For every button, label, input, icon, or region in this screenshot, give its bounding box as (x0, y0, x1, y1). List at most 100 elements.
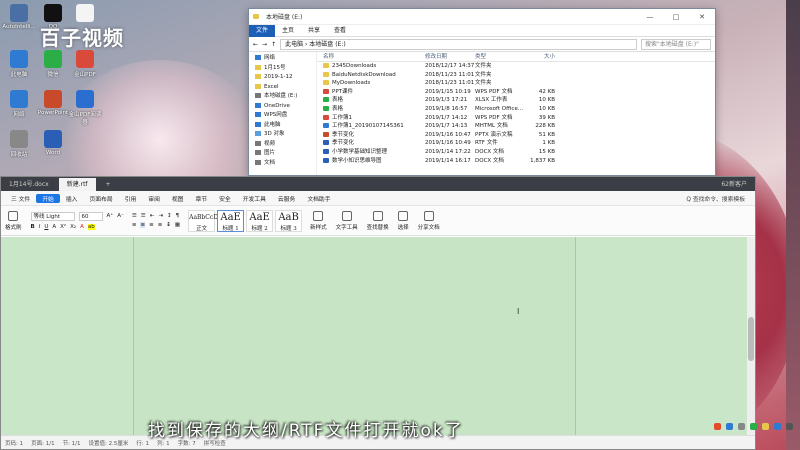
decrease-indent-icon[interactable]: ⇤ (150, 213, 155, 219)
tray-icon[interactable] (750, 422, 757, 430)
tab-new-rtf[interactable]: 新建.rtf (58, 178, 96, 191)
tool-button[interactable]: 查找替换 (367, 210, 389, 231)
italic-icon[interactable]: I (39, 224, 41, 230)
nav-item[interactable]: 文档 (249, 159, 316, 169)
menu-item[interactable]: 页面布局 (83, 194, 118, 203)
ribbon-tab-view[interactable]: 查看 (327, 25, 353, 37)
ribbon-tab-file[interactable]: 文件 (249, 24, 276, 37)
highlight-icon[interactable]: ab (87, 223, 95, 230)
file-row[interactable]: 工作簿1 2019/1/7 14:12 WPS PDF 文档 39 KB (317, 114, 715, 123)
menu-item[interactable]: 三 文件 (5, 194, 36, 203)
column-type[interactable]: 类型 (475, 52, 525, 61)
tool-button[interactable]: 分享文档 (418, 210, 440, 231)
tool-button[interactable]: 文字工具 (336, 210, 358, 231)
nav-item[interactable]: 1月15号 (249, 64, 316, 74)
explorer-titlebar[interactable]: 本地磁盘 (E:) — □ ✕ (249, 9, 715, 25)
nav-item[interactable]: WPS网盘 (249, 111, 316, 121)
menu-item[interactable]: 审阅 (142, 194, 166, 203)
menu-item[interactable]: 视图 (166, 194, 190, 203)
menu-item[interactable]: 插入 (60, 194, 84, 203)
font-name-select[interactable]: 等线 Light (30, 211, 75, 221)
search-input[interactable]: 搜索"本地磁盘 (E:)" (641, 38, 711, 50)
nav-item[interactable]: 2019-1-12 (249, 73, 316, 83)
strikethrough-icon[interactable]: A (52, 224, 56, 230)
menu-item[interactable]: 章节 (189, 194, 213, 203)
menu-item[interactable]: 安全 (213, 194, 237, 203)
up-arrow-icon[interactable]: ↑ (271, 41, 276, 48)
file-row[interactable]: 工作簿1_20190107145361 2019/1/7 14:13 MHTML 文… (317, 122, 715, 131)
vertical-scrollbar[interactable] (747, 237, 755, 435)
account-label[interactable]: 62新客户 (721, 178, 755, 191)
bullets-icon[interactable]: ☰ (132, 213, 137, 219)
align-left-icon[interactable]: ≡ (132, 222, 137, 228)
tool-button[interactable]: 新样式 (310, 210, 327, 231)
column-name[interactable]: 名称 (317, 52, 425, 61)
style-preset[interactable]: AaB 标题 3 (275, 209, 303, 232)
file-row[interactable]: PPT课件 2019/1/15 10:19 WPS PDF 文档 42 KB (317, 88, 715, 97)
file-row[interactable]: 2345Downloads 2018/12/17 14:37 文件夹 (317, 62, 715, 71)
style-preset[interactable]: AaE 标题 2 (246, 209, 274, 232)
underline-icon[interactable]: U (44, 224, 48, 230)
forward-arrow-icon[interactable]: → (262, 41, 267, 48)
wps-writer-window[interactable]: 1月14号.docx 新建.rtf + 62新客户 三 文件 开始 插入 页面布局 引用… (0, 176, 756, 450)
address-path[interactable]: 此电脑 › 本地磁盘 (E:) (280, 38, 637, 50)
menu-item[interactable]: 文档助手 (301, 194, 336, 203)
new-tab-button[interactable]: + (98, 178, 119, 191)
font-size-select[interactable]: 60 (78, 211, 103, 221)
desktop-icon[interactable]: AutoIntelli... (2, 4, 36, 30)
menu-item[interactable]: 引用 (119, 194, 143, 203)
show-marks-icon[interactable]: ¶ (176, 213, 180, 219)
document-page[interactable] (133, 237, 576, 435)
subscript-icon[interactable]: X₂ (70, 224, 76, 230)
menu-item[interactable]: 云服务 (272, 194, 301, 203)
border-icon[interactable]: ▦ (175, 222, 180, 228)
file-row[interactable]: 季节变化 2019/1/16 10:47 PPTX 演示文稿 51 KB (317, 131, 715, 140)
file-row[interactable]: 表格 2019/1/8 16:57 Microsoft Office... 10 KB (317, 105, 715, 114)
nav-item[interactable]: OneDrive (249, 102, 316, 112)
nav-item[interactable]: 网络 (249, 54, 316, 64)
tray-icon[interactable] (726, 422, 733, 430)
format-painter-button[interactable]: 格式刷 (5, 210, 22, 231)
nav-item[interactable]: 3D 对象 (249, 130, 316, 140)
minimize-button[interactable]: — (637, 13, 663, 21)
ribbon-tab-share[interactable]: 共享 (301, 25, 327, 37)
file-row[interactable]: 数学小知识思维导图 2019/1/14 16:17 DOCX 文档 1,837 KB (317, 157, 715, 166)
style-preset[interactable]: AaBbCcDt 正文 (188, 209, 220, 232)
scrollbar-thumb[interactable] (748, 317, 754, 361)
justify-icon[interactable]: ≡ (158, 222, 163, 228)
font-color-icon[interactable]: A (80, 224, 84, 230)
ribbon-tab-home[interactable]: 主页 (275, 25, 301, 37)
desktop-icon[interactable]: 此电脑 (2, 50, 36, 78)
desktop-icon[interactable]: 网络 (2, 90, 36, 118)
numbering-icon[interactable]: ☰ (141, 213, 146, 219)
tray-icon[interactable] (738, 422, 745, 430)
maximize-button[interactable]: □ (663, 13, 689, 21)
command-search[interactable]: Q 查找命令、搜索模板 (686, 194, 755, 203)
superscript-icon[interactable]: X² (60, 224, 66, 230)
file-explorer-window[interactable]: 本地磁盘 (E:) — □ ✕ 文件 主页 共享 查看 ← → ↑ 此电脑 › … (248, 8, 716, 176)
desktop-icon[interactable]: 微信 (36, 50, 70, 78)
tool-button[interactable]: 选择 (398, 210, 409, 231)
back-arrow-icon[interactable]: ← (253, 41, 258, 48)
nav-item[interactable]: 图片 (249, 149, 316, 159)
nav-item[interactable]: 此电脑 (249, 121, 316, 131)
line-spacing-icon[interactable]: ↨ (166, 222, 171, 228)
desktop-icon[interactable]: Word (36, 130, 70, 156)
desktop-icon[interactable] (68, 4, 102, 24)
tab-1yue14hao[interactable]: 1月14号.docx (1, 178, 57, 191)
tray-icon[interactable] (786, 422, 793, 430)
document-canvas[interactable] (1, 237, 755, 435)
column-date[interactable]: 修改日期 (425, 52, 475, 61)
tray-icon[interactable] (762, 422, 769, 430)
style-preset[interactable]: AaE 标题 1 (217, 209, 245, 232)
file-row[interactable]: BaiduNetdiskDownload 2018/11/23 11:01 文件夹 (317, 71, 715, 80)
grow-font-icon[interactable]: A⁺ (107, 213, 114, 219)
file-row[interactable]: 小学数学基础知识整理 2019/1/14 17:22 DOCX 文档 15 KB (317, 148, 715, 157)
menu-item[interactable]: 开发工具 (237, 194, 272, 203)
column-size[interactable]: 大小 (525, 52, 559, 61)
align-right-icon[interactable]: ≡ (149, 222, 154, 228)
nav-item[interactable]: Excel (249, 83, 316, 93)
close-button[interactable]: ✕ (689, 13, 715, 21)
tray-icon[interactable] (774, 422, 781, 430)
sort-icon[interactable]: ↕ (167, 213, 172, 219)
